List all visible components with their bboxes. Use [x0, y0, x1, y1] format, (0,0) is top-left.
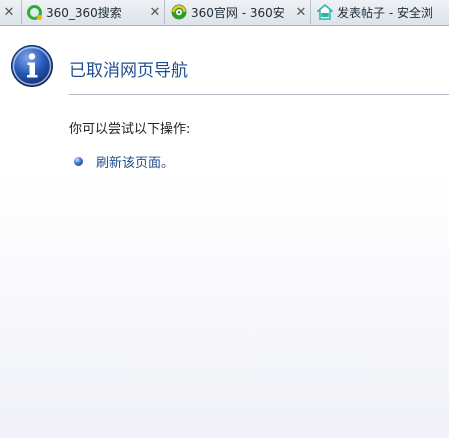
tab-title: 发表帖子 - 安全浏 — [337, 5, 433, 20]
tab-360-official[interactable]: 360官网 - 360安 ✕ — [166, 0, 311, 24]
divider — [69, 94, 449, 95]
close-icon[interactable]: ✕ — [295, 5, 307, 20]
bullet-icon — [74, 157, 83, 166]
tab-title: 360_360搜索 — [46, 5, 122, 20]
close-icon[interactable]: ✕ — [149, 5, 161, 20]
page-title: 已取消网页导航 — [69, 61, 188, 81]
suggestion-prompt: 你可以尝试以下操作: — [69, 122, 191, 137]
tab-title: 360官网 - 360安 — [191, 5, 285, 20]
refresh-page-link[interactable]: 刷新该页面。 — [96, 152, 174, 171]
360-logo-icon — [171, 4, 187, 20]
tab-360-search[interactable]: 360_360搜索 ✕ — [22, 0, 165, 24]
suggestion-item: 刷新该页面。 — [74, 152, 174, 171]
tab-strip: ✕ 360_360搜索 ✕ 360官网 - 360安 ✕ 发表帖子 - 安全浏 — [0, 0, 449, 26]
close-icon[interactable]: ✕ — [3, 5, 15, 20]
navigation-canceled-page: 已取消网页导航 你可以尝试以下操作: 刷新该页面。 — [0, 26, 449, 438]
tab-post-thread[interactable]: 发表帖子 - 安全浏 — [312, 0, 449, 24]
info-icon — [11, 45, 53, 87]
tab-partial[interactable]: ✕ — [0, 0, 22, 24]
360-search-icon — [27, 4, 42, 20]
360-safe-icon — [317, 4, 333, 20]
